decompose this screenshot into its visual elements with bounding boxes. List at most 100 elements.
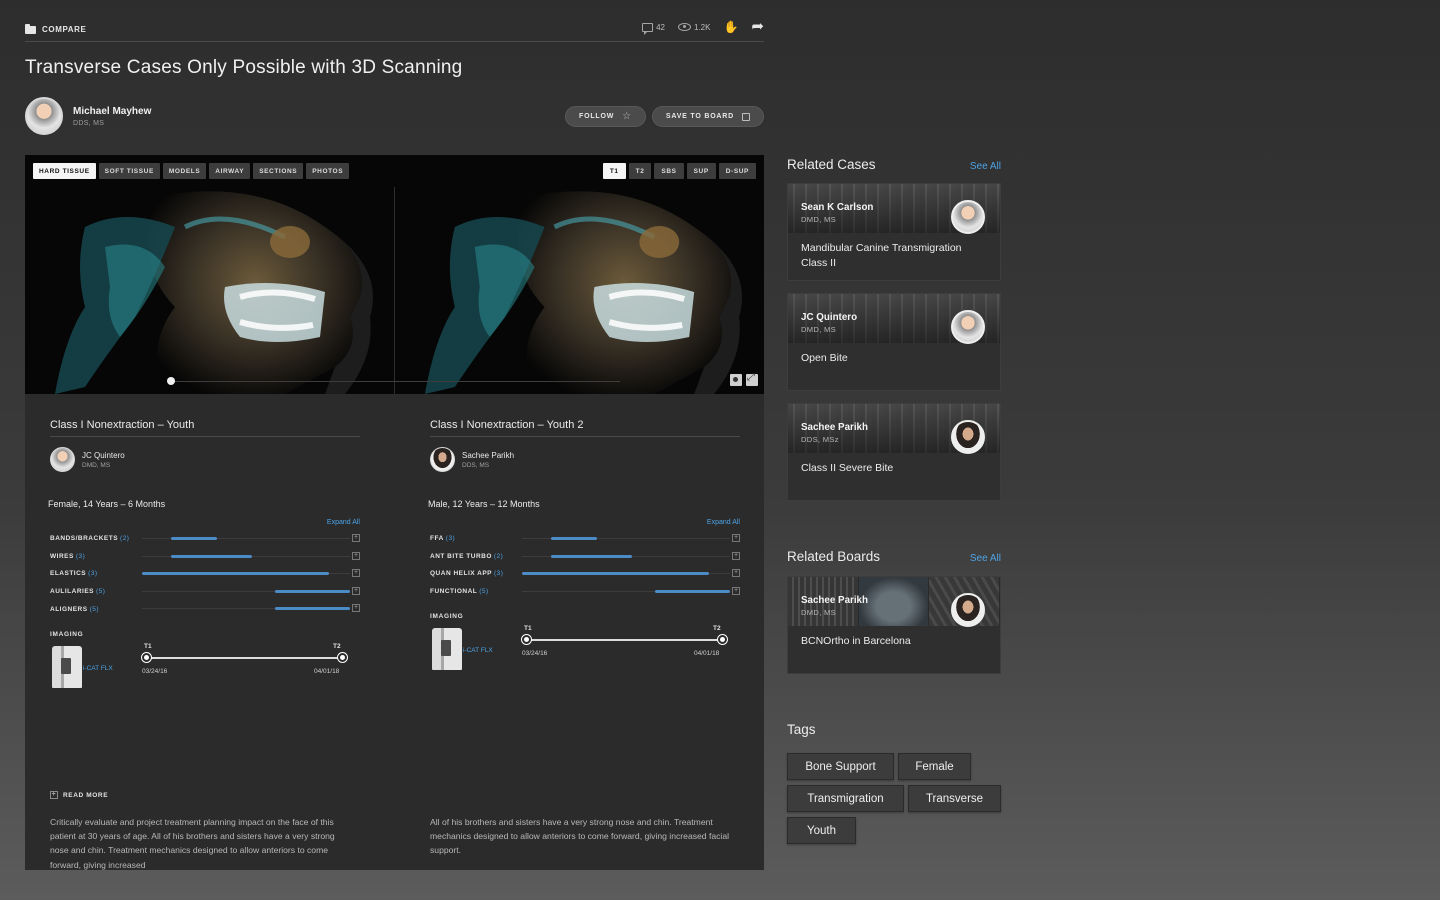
- related-case-card[interactable]: Sean K Carlson DMD, MS Mandibular Canine T…: [787, 183, 1001, 281]
- expand-appliance-icon[interactable]: +: [732, 551, 740, 560]
- tab-d-sup[interactable]: D-SUP: [718, 163, 756, 179]
- author-block[interactable]: Michael Mayhew DDS, MS: [25, 97, 151, 135]
- tab-photos[interactable]: PHOTOS: [306, 163, 350, 179]
- tag-youth[interactable]: Youth: [787, 817, 856, 844]
- case-thumbnail: Sean K Carlson DMD, MS: [788, 184, 1000, 234]
- appliance-row[interactable]: FFA (3) +: [430, 530, 740, 548]
- related-boards-see-all[interactable]: See All: [970, 553, 1001, 564]
- timeline-scrubber-track[interactable]: [172, 381, 620, 382]
- doctor-name[interactable]: Sachee Parikh: [462, 451, 514, 460]
- comments-stat[interactable]: 42: [642, 22, 665, 35]
- top-bar: COMPARE 42 1.2K ✋ ➦: [25, 18, 764, 42]
- doctor-avatar[interactable]: [50, 447, 75, 472]
- related-cases-heading: Related Cases: [787, 157, 876, 172]
- case-title: Open Bite: [801, 352, 848, 364]
- appliance-row[interactable]: AULILARIES (5) +: [50, 583, 360, 601]
- doctor-name[interactable]: JC Quintero: [82, 451, 125, 460]
- viewer-tools: [730, 372, 758, 386]
- follow-button[interactable]: FOLLOW ☆: [565, 106, 646, 127]
- author-name[interactable]: Michael Mayhew: [73, 106, 151, 117]
- timeline-scrubber-handle[interactable]: [167, 377, 175, 385]
- appliance-name: AULILARIES: [50, 588, 94, 596]
- patient-info: Female, 14 Years – 6 Months: [48, 499, 166, 509]
- appliance-row[interactable]: QUAN HELIX APP (3) +: [430, 565, 740, 583]
- expand-appliance-icon[interactable]: +: [352, 534, 360, 542]
- tab-t1[interactable]: T1: [602, 163, 626, 179]
- t1-marker[interactable]: [142, 652, 151, 662]
- scan-viewer[interactable]: HARD TISSUE SOFT TISSUE MODELS AIRWAY SECTIO…: [25, 155, 764, 394]
- appliance-duration-bar: [275, 589, 350, 593]
- appliance-row[interactable]: ALIGNERS (5) +: [50, 600, 360, 618]
- tag-transmigration[interactable]: Transmigration: [787, 785, 904, 812]
- compare-label: COMPARE: [42, 25, 87, 34]
- case-author-cred: DMD, MS: [801, 215, 837, 224]
- read-more-button[interactable]: + READ MORE: [50, 791, 108, 799]
- case-title[interactable]: Class I Nonextraction – Youth: [50, 418, 360, 437]
- t2-marker[interactable]: [718, 635, 727, 645]
- expand-appliance-icon[interactable]: +: [352, 569, 360, 578]
- appliance-label: QUAN HELIX APP (3): [430, 570, 522, 577]
- device-link[interactable]: i-CAT FLX: [463, 647, 493, 654]
- plus-icon: +: [50, 791, 58, 799]
- expand-appliance-icon[interactable]: +: [352, 604, 360, 613]
- share-icon[interactable]: ➦: [751, 19, 764, 34]
- appliance-row[interactable]: FUNCTIONAL (5) +: [430, 583, 740, 601]
- author-avatar[interactable]: [25, 97, 63, 135]
- folder-icon: [25, 23, 36, 34]
- tab-airway[interactable]: AIRWAY: [209, 163, 251, 179]
- tab-sbs[interactable]: SBS: [654, 163, 684, 179]
- related-cases-see-all[interactable]: See All: [970, 161, 1001, 172]
- appliance-count: (2): [493, 552, 504, 560]
- author-credentials: DDS, MS: [73, 119, 105, 127]
- expand-all-link[interactable]: Expand All: [50, 519, 360, 526]
- like-icon[interactable]: ✋: [723, 21, 738, 33]
- tab-soft-tissue[interactable]: SOFT TISSUE: [98, 163, 160, 179]
- scan-image-t1[interactable]: [25, 187, 395, 394]
- appliance-row[interactable]: BANDS/BRACKETS (2) +: [50, 530, 360, 548]
- board-owner-cred: DMD, MS: [801, 608, 837, 617]
- tab-models[interactable]: MODELS: [162, 163, 207, 179]
- tab-hard-tissue[interactable]: HARD TISSUE: [33, 163, 96, 179]
- appliance-count: (5): [96, 588, 106, 596]
- appliance-name: QUAN HELIX APP: [430, 570, 493, 578]
- appliance-row[interactable]: WIRES (3) +: [50, 548, 360, 566]
- expand-appliance-icon[interactable]: +: [732, 586, 740, 595]
- related-case-card[interactable]: JC Quintero DMD, MS Open Bite: [787, 293, 1001, 391]
- related-case-card[interactable]: Sachee Parikh DDS, MSz Class II Severe Bit…: [787, 403, 1001, 501]
- t2-marker[interactable]: [338, 652, 347, 662]
- tag-female[interactable]: Female: [898, 753, 971, 780]
- doctor-avatar[interactable]: [430, 447, 455, 472]
- imaging-label: IMAGING: [430, 613, 464, 621]
- case-doctor[interactable]: Sachee Parikh DDS, MS: [430, 447, 740, 472]
- case-doctor[interactable]: JC Quintero DMD, MS: [50, 447, 360, 472]
- t1-marker[interactable]: [522, 635, 531, 645]
- imaging-timeline: i-CAT FLX T1 T2 03/24/16 04/01/18: [50, 642, 360, 696]
- scanner-device-icon: [432, 628, 462, 671]
- tab-sections[interactable]: SECTIONS: [253, 163, 304, 179]
- appliance-list: BANDS/BRACKETS (2) + WIRES (3) + ELASTICS (3) + A…: [50, 530, 360, 618]
- appliance-count: (2): [120, 535, 130, 543]
- camera-icon[interactable]: [730, 374, 742, 386]
- device-link[interactable]: i-CAT FLX: [83, 665, 113, 672]
- expand-appliance-icon[interactable]: +: [352, 586, 360, 595]
- related-board-card[interactable]: Sachee Parikh DMD, MS BCNOrtho in Barcel…: [787, 576, 1001, 674]
- expand-appliance-icon[interactable]: +: [732, 569, 740, 578]
- expand-appliance-icon[interactable]: +: [352, 551, 360, 560]
- save-to-board-button[interactable]: SAVE TO BOARD: [651, 106, 764, 127]
- expand-all-link[interactable]: Expand All: [430, 519, 740, 526]
- compare-breadcrumb[interactable]: COMPARE: [25, 23, 87, 34]
- scan-image-t2[interactable]: [394, 187, 764, 394]
- fullscreen-icon[interactable]: [746, 372, 758, 386]
- appliance-row[interactable]: ANT BITE TURBO (2) +: [430, 548, 740, 566]
- scanner-device-icon: [52, 645, 82, 688]
- case-column-1: Class I Nonextraction – Youth JC Quintero…: [48, 419, 360, 696]
- tab-t2[interactable]: T2: [628, 163, 652, 179]
- t2-label: T2: [333, 642, 341, 650]
- tag-bone-support[interactable]: Bone Support: [787, 753, 894, 780]
- tab-sup[interactable]: SUP: [686, 163, 716, 179]
- tag-transverse[interactable]: Transverse: [908, 785, 1001, 812]
- expand-appliance-icon[interactable]: +: [732, 534, 740, 542]
- appliance-row[interactable]: ELASTICS (3) +: [50, 565, 360, 583]
- case-title[interactable]: Class I Nonextraction – Youth 2: [430, 418, 740, 437]
- doctor-credentials: DDS, MS: [462, 461, 490, 469]
